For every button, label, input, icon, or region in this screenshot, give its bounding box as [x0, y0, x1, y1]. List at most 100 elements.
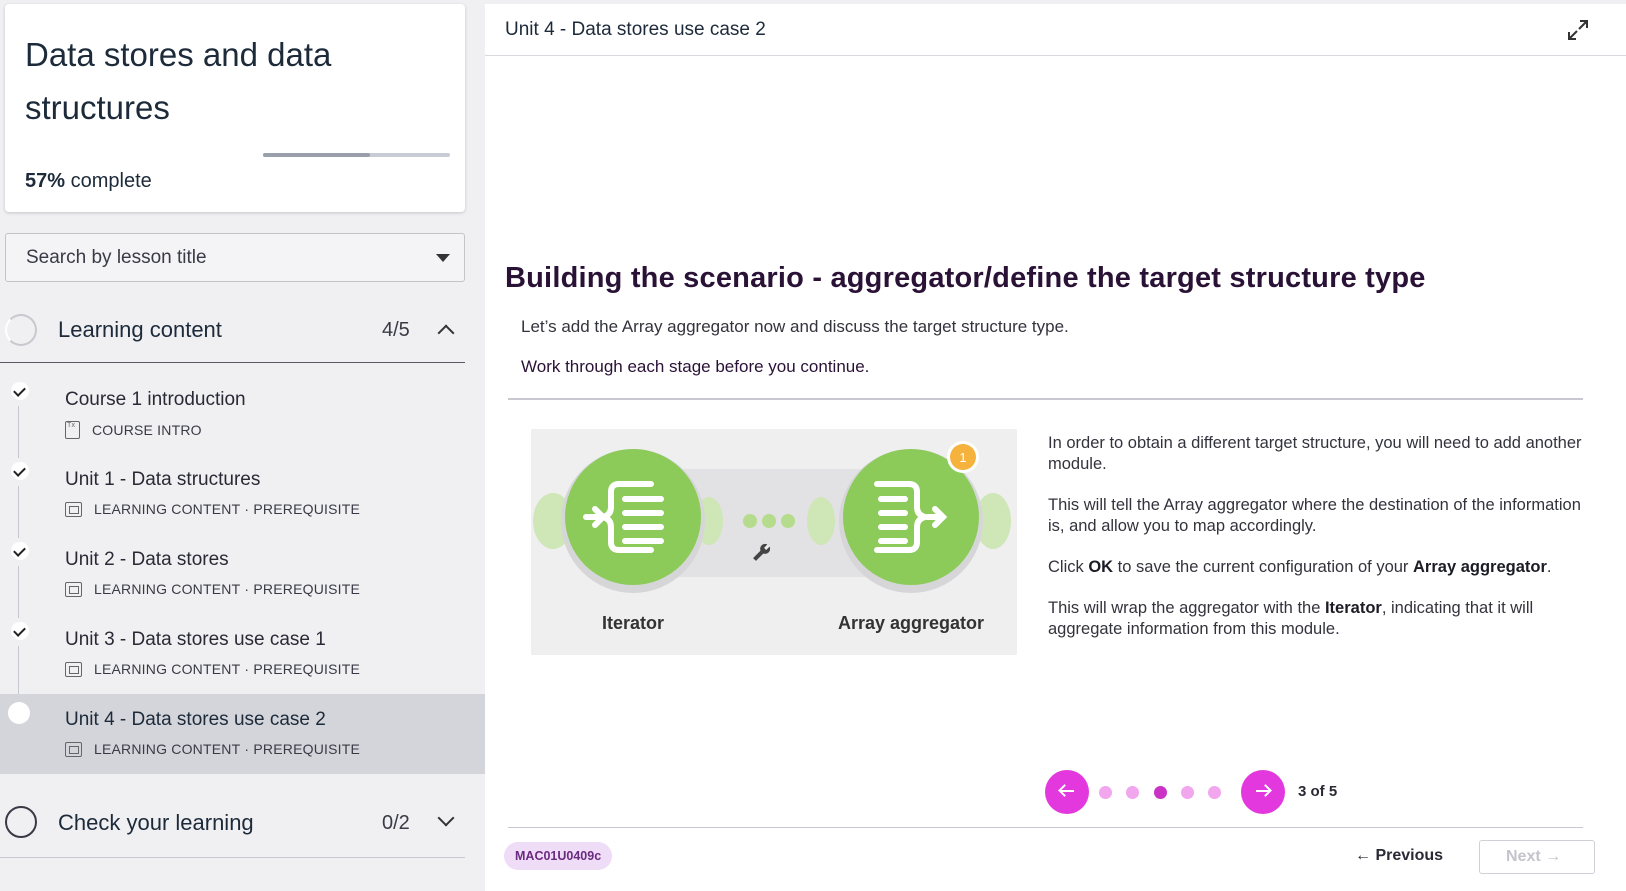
pager-count: 3 of 5	[1298, 783, 1338, 800]
slide-pager: 3 of 5	[1045, 770, 1365, 814]
pager-prev-button[interactable]	[1045, 770, 1089, 814]
check-icon	[11, 622, 29, 640]
slides-icon	[65, 581, 82, 597]
divider	[508, 398, 1583, 400]
check-icon	[11, 462, 29, 480]
course-title: Data stores and data structures	[25, 36, 332, 126]
lesson-item[interactable]: Unit 3 - Data stores use case 1 LEARNING…	[0, 614, 485, 698]
text: .	[1546, 558, 1552, 576]
section-label: Learning content	[58, 317, 222, 342]
search-lesson-dropdown[interactable]: Search by lesson title	[5, 233, 465, 282]
lesson-code-badge: MAC01U0409c	[504, 842, 613, 870]
section-count: 4/5	[382, 319, 410, 341]
lesson-item[interactable]: Unit 1 - Data structures LEARNING CONTEN…	[0, 454, 485, 538]
progress-suffix: complete	[70, 170, 152, 192]
lesson-tag: PREREQUISITE	[253, 581, 361, 597]
lesson-meta: LEARNING CONTENT · PREREQUISITE	[65, 741, 360, 757]
text: to save the current configuration of you…	[1113, 558, 1414, 576]
timeline-line	[18, 486, 19, 538]
lesson-meta: LEARNING CONTENT · PREREQUISITE	[65, 581, 360, 597]
lesson-item[interactable]: Course 1 introduction COURSE INTRO	[0, 374, 485, 458]
course-card: Data stores and data structures 57% comp…	[5, 4, 465, 212]
lesson-type: LEARNING CONTENT	[94, 661, 241, 677]
lesson-type: COURSE INTRO	[92, 422, 202, 438]
next-button[interactable]: Next →	[1479, 840, 1595, 874]
progress-percent: 57%	[25, 170, 66, 192]
expand-icon[interactable]	[1566, 18, 1590, 42]
lesson-heading: Building the scenario - aggregator/defin…	[505, 262, 1426, 294]
timeline-line	[18, 646, 19, 698]
timeline-line	[18, 406, 19, 458]
lesson-tag: PREREQUISITE	[253, 661, 361, 677]
progress-bar-fill	[263, 153, 370, 157]
progress-ring-icon	[5, 314, 37, 346]
lesson-title: Unit 4 - Data stores use case 2	[65, 709, 326, 730]
progress-ring-icon	[5, 806, 37, 838]
content-header: Unit 4 - Data stores use case 2	[485, 4, 1626, 56]
paragraph: In order to obtain a different target st…	[1048, 434, 1582, 473]
lesson-title: Unit 3 - Data stores use case 1	[65, 629, 326, 650]
lesson-meta: LEARNING CONTENT · PREREQUISITE	[65, 661, 360, 677]
lesson-tag: PREREQUISITE	[253, 741, 361, 757]
unit-title: Unit 4 - Data stores use case 2	[505, 19, 766, 40]
pager-next-button[interactable]	[1241, 770, 1285, 814]
emphasis: Iterator	[1324, 599, 1382, 617]
lesson-title: Course 1 introduction	[65, 389, 246, 410]
meta-separator: ·	[244, 581, 250, 597]
chevron-up-icon[interactable]	[437, 324, 455, 342]
iterator-label: Iterator	[602, 613, 664, 633]
pager-dot[interactable]	[1208, 786, 1221, 799]
aggregator-label: Array aggregator	[838, 613, 984, 633]
paragraph: Click OK to save the current configurati…	[1048, 557, 1596, 578]
meta-separator: ·	[244, 661, 250, 677]
lesson-intro: Let’s add the Array aggregator now and d…	[521, 317, 1069, 336]
scenario-diagram: 1 Iterator Array aggregator	[531, 429, 1017, 655]
lesson-type: LEARNING CONTENT	[94, 501, 241, 517]
emphasis: OK	[1088, 558, 1114, 576]
meta-separator: ·	[244, 501, 250, 517]
check-icon	[11, 542, 29, 560]
divider	[508, 827, 1583, 828]
emphasis: Array aggregator	[1413, 558, 1547, 576]
search-placeholder: Search by lesson title	[26, 247, 207, 268]
section-learning-content[interactable]: Learning content 4/5	[0, 297, 465, 363]
pager-dot[interactable]	[1099, 786, 1112, 799]
lesson-title: Unit 1 - Data structures	[65, 469, 261, 490]
section-label: Check your learning	[58, 810, 254, 835]
arrow-right-icon	[1256, 790, 1270, 792]
current-lesson-dot-icon	[8, 702, 30, 724]
progress-bar	[263, 153, 450, 157]
pager-dot[interactable]	[1126, 786, 1139, 799]
document-icon	[65, 421, 80, 439]
pager-dot-active[interactable]	[1154, 786, 1167, 799]
section-count: 0/2	[382, 812, 410, 834]
check-icon	[11, 382, 29, 400]
lesson-content: Unit 4 - Data stores use case 2 Building…	[485, 4, 1626, 891]
app: Data stores and data structures 57% comp…	[0, 0, 1626, 891]
lesson-item-active[interactable]: Unit 4 - Data stores use case 2 LEARNING…	[0, 694, 485, 774]
lesson-item[interactable]: Unit 2 - Data stores LEARNING CONTENT · …	[0, 534, 485, 618]
chevron-down-icon[interactable]	[437, 809, 455, 827]
section-check-your-learning[interactable]: Check your learning 0/2	[0, 788, 465, 858]
lesson-tag: PREREQUISITE	[253, 501, 361, 517]
lesson-type: LEARNING CONTENT	[94, 741, 241, 757]
text: Click	[1048, 558, 1089, 576]
slides-icon	[65, 661, 82, 677]
lesson-instruction: Work through each stage before you conti…	[521, 357, 870, 376]
sidebar: Data stores and data structures 57% comp…	[0, 0, 485, 891]
lesson-list: Course 1 introduction COURSE INTRO Unit …	[0, 374, 485, 774]
pager-dot[interactable]	[1181, 786, 1194, 799]
diagram-svg: 1 Iterator Array aggregator	[531, 429, 1017, 655]
slides-icon	[65, 741, 82, 757]
text: This will wrap the aggregator with the	[1048, 599, 1325, 617]
module-badge: 1	[959, 450, 966, 465]
lesson-type: LEARNING CONTENT	[94, 581, 241, 597]
paragraph: This will tell the Array aggregator wher…	[1048, 496, 1581, 535]
meta-separator: ·	[244, 741, 250, 757]
lesson-body: In order to obtain a different target st…	[1048, 433, 1596, 660]
lesson-title: Unit 2 - Data stores	[65, 549, 229, 570]
progress-text: 57% complete	[25, 170, 152, 193]
previous-button[interactable]: ← Previous	[1355, 847, 1443, 865]
paragraph: This will wrap the aggregator with the I…	[1048, 598, 1596, 640]
arrow-left-icon	[1060, 790, 1074, 792]
